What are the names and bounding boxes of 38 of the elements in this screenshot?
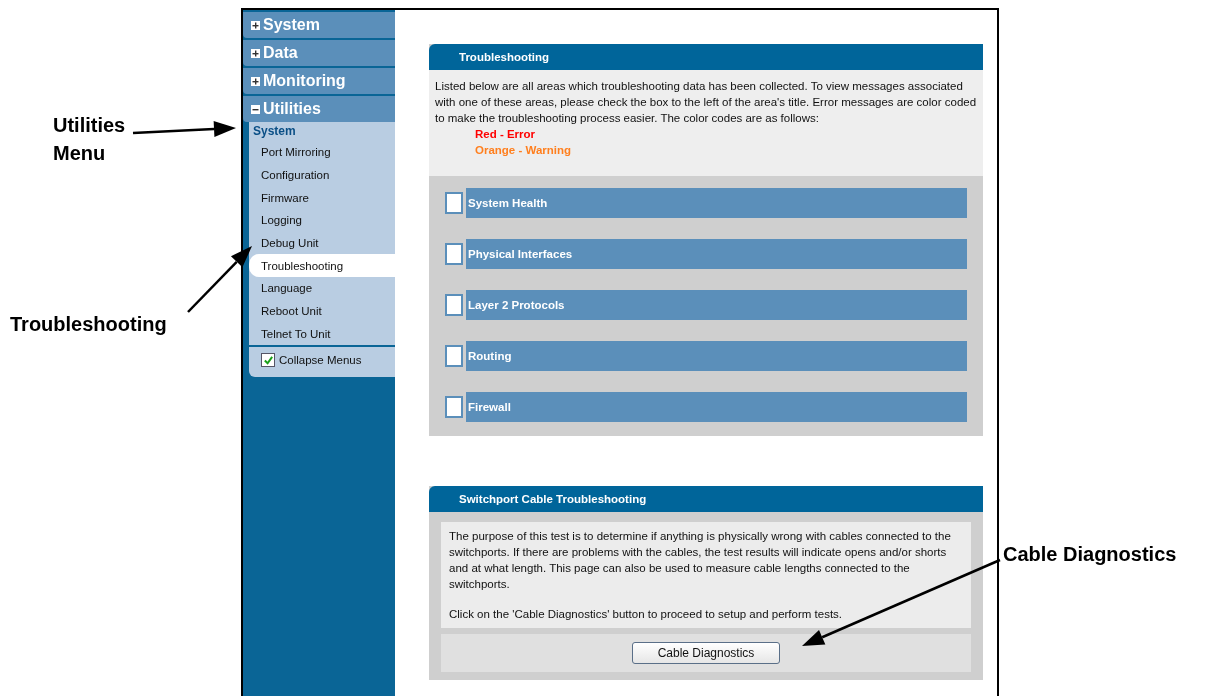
checkbox[interactable]: [261, 353, 275, 368]
area-bar: Layer 2 Protocols: [466, 290, 967, 320]
callout-label: Troubleshooting: [10, 312, 167, 337]
checkbox[interactable]: [445, 396, 463, 418]
cable-diagnostics-button[interactable]: Cable Diagnostics: [632, 642, 780, 664]
area-bar: System Health: [466, 188, 967, 218]
section-heading: System: [252, 124, 297, 140]
submenu-item[interactable]: Troubleshooting: [249, 254, 395, 278]
submenu-item[interactable]: Port Mirroring: [249, 141, 395, 164]
checkbox-label: Collapse Menus: [279, 354, 362, 367]
checkbox[interactable]: [445, 192, 463, 214]
checkmark-icon: [262, 354, 274, 366]
checkbox[interactable]: [445, 294, 463, 316]
legend-label: Orange - Warning: [474, 143, 573, 158]
area-bar: Physical Interfaces: [466, 239, 967, 269]
callout-label: Cable Diagnostics: [1003, 542, 1177, 567]
description-text: The purpose of this test is to determine if anything is physically wrong with cables connected to the switchports. If there are problems with the cables, the test results will indicate opens and/or shorts and at what length. This page can also be used to measure cable lengths connected to the switchports.: [449, 529, 952, 592]
checkbox[interactable]: [445, 345, 463, 367]
menu-label: System: [263, 16, 320, 34]
submenu-item[interactable]: Configuration: [249, 163, 395, 187]
menu-label: Data: [263, 44, 298, 62]
area-bar: Firewall: [466, 392, 967, 422]
submenu-item[interactable]: Debug Unit: [249, 231, 395, 255]
submenu-item[interactable]: Language: [249, 277, 395, 300]
instruction-text: Click on the 'Cable Diagnostics' button to proceed to setup and perform tests.: [449, 607, 844, 622]
checkbox[interactable]: [445, 243, 463, 265]
submenu-item[interactable]: Reboot Unit: [249, 299, 395, 323]
submenu-item[interactable]: Logging: [249, 209, 395, 232]
panel-title: Switchport Cable Troubleshooting: [429, 486, 983, 512]
menu-label: Utilities: [263, 100, 321, 118]
callout-label: Utilities Menu: [53, 113, 127, 166]
intro-text: Listed below are all areas which troubleshooting data has been collected. To view messages associated with one of these areas, please check the box to the left of the area's title. Error messages are color coded to make the troubleshooting process easier. The color codes are as follows:: [435, 79, 977, 126]
submenu-item[interactable]: Telnet To Unit: [249, 322, 395, 346]
menu-label: Monitoring: [263, 72, 346, 90]
area-bar: Routing: [466, 341, 967, 371]
submenu-item[interactable]: Firmware: [249, 186, 395, 210]
panel-title: Troubleshooting: [429, 44, 983, 70]
legend-label: Red - Error: [474, 127, 537, 142]
